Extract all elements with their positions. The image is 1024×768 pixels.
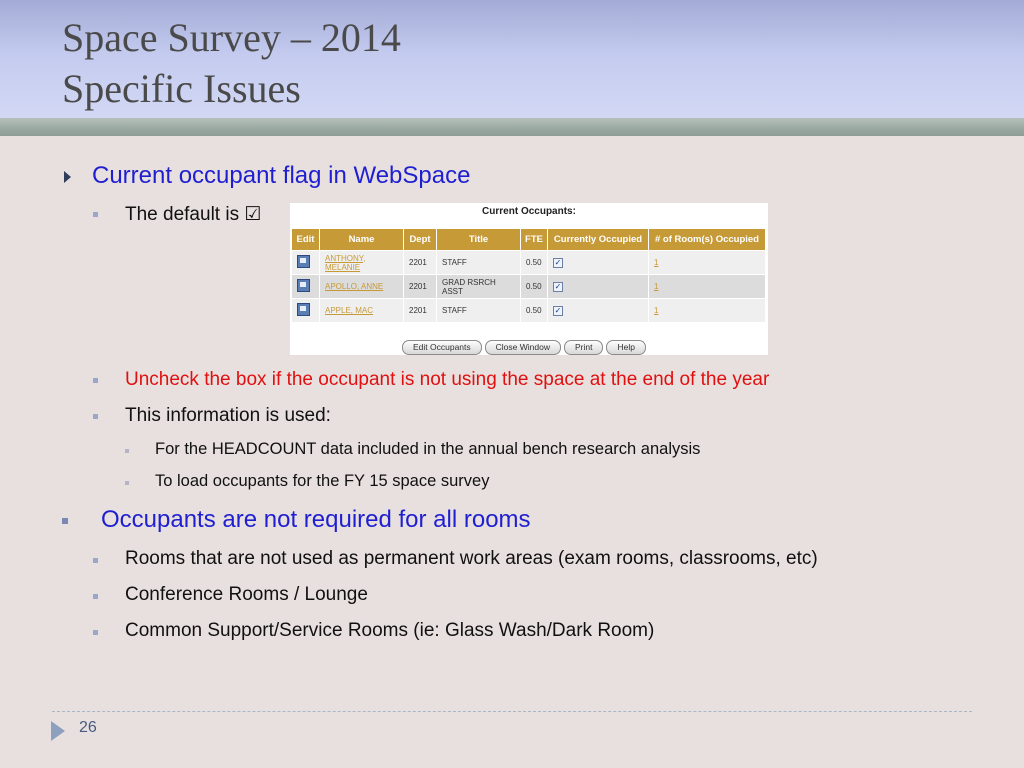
occupants-table: Edit Name Dept Title FTE Currently Occup… xyxy=(291,228,766,323)
bullet-conference-rooms: Conference Rooms / Lounge xyxy=(125,584,368,605)
col-fte: FTE xyxy=(520,228,548,251)
edit-icon[interactable] xyxy=(297,303,310,316)
bullet-square-icon xyxy=(125,449,129,453)
occupied-checkbox[interactable]: ✓ xyxy=(553,305,563,316)
occupant-name-link[interactable]: APOLLO, ANNE xyxy=(325,282,383,291)
bullet-occupants-not-required: Occupants are not required for all rooms xyxy=(101,506,531,533)
col-rooms-occupied: # of Room(s) Occupied xyxy=(648,228,766,251)
edit-icon[interactable] xyxy=(297,279,310,292)
col-edit: Edit xyxy=(291,228,320,251)
bullet-square-icon xyxy=(125,481,129,485)
screenshot-title: Current Occupants: xyxy=(482,206,576,217)
col-dept: Dept xyxy=(403,228,437,251)
bullet-info: This information is used: xyxy=(125,405,331,426)
occupied-checkbox[interactable]: ✓ xyxy=(553,257,563,268)
bullet-current-occupant: Current occupant flag in WebSpace xyxy=(92,162,471,189)
bullet-load-occupants: To load occupants for the FY 15 space su… xyxy=(155,472,490,490)
table-row: APOLLO, ANNE 2201 GRAD RSRCH ASST 0.50 ✓… xyxy=(291,274,766,299)
footer-divider xyxy=(52,711,972,712)
bullet-arrow-icon xyxy=(64,171,71,183)
bullet-uncheck: Uncheck the box if the occupant is not u… xyxy=(125,369,770,390)
table-row: ANTHONY, MELANIE 2201 STAFF 0.50 ✓ 1 xyxy=(291,250,766,275)
rooms-link[interactable]: 1 xyxy=(654,306,658,315)
close-window-button[interactable]: Close Window xyxy=(484,340,561,355)
occupant-name-link[interactable]: APPLE, MAC xyxy=(325,306,373,315)
cell-fte: 0.50 xyxy=(520,274,548,299)
bullet-square-icon xyxy=(93,414,98,419)
bullet-square-icon xyxy=(93,212,98,217)
rooms-link[interactable]: 1 xyxy=(654,282,658,291)
bullet-square-icon xyxy=(62,518,68,524)
table-row: APPLE, MAC 2201 STAFF 0.50 ✓ 1 xyxy=(291,298,766,323)
bullet-square-icon xyxy=(93,594,98,599)
help-button[interactable]: Help xyxy=(606,340,646,355)
title-line-1: Space Survey – 2014 xyxy=(62,15,401,60)
bullet-headcount: For the HEADCOUNT data included in the a… xyxy=(155,440,701,458)
bullet-default: The default is ☑ xyxy=(125,204,262,225)
slide-title: Space Survey – 2014 Specific Issues xyxy=(62,12,401,114)
title-line-2: Specific Issues xyxy=(62,66,301,111)
rooms-link[interactable]: 1 xyxy=(654,258,658,267)
bullet-square-icon xyxy=(93,558,98,563)
col-name: Name xyxy=(319,228,404,251)
current-occupants-screenshot: Current Occupants: Edit Name Dept Title … xyxy=(290,203,768,355)
col-title: Title xyxy=(436,228,521,251)
cell-fte: 0.50 xyxy=(520,298,548,323)
col-currently-occupied: Currently Occupied xyxy=(547,228,649,251)
bullet-rooms-not-used: Rooms that are not used as permanent wor… xyxy=(125,548,818,569)
footer-arrow-icon xyxy=(51,721,65,741)
cell-dept: 2201 xyxy=(403,250,437,275)
screenshot-button-bar: Edit Occupants Close Window Print Help xyxy=(402,340,646,355)
cell-title: STAFF xyxy=(436,250,521,275)
bullet-square-icon xyxy=(93,378,98,383)
bullet-square-icon xyxy=(93,630,98,635)
cell-fte: 0.50 xyxy=(520,250,548,275)
cell-dept: 2201 xyxy=(403,274,437,299)
bullet-common-support: Common Support/Service Rooms (ie: Glass … xyxy=(125,620,655,641)
cell-title: STAFF xyxy=(436,298,521,323)
edit-occupants-button[interactable]: Edit Occupants xyxy=(402,340,482,355)
print-button[interactable]: Print xyxy=(563,340,604,355)
page-number: 26 xyxy=(79,719,97,736)
edit-icon[interactable] xyxy=(297,255,310,268)
header-band xyxy=(0,118,1024,136)
cell-title: GRAD RSRCH ASST xyxy=(436,274,521,299)
occupant-name-link[interactable]: ANTHONY, MELANIE xyxy=(325,254,365,272)
cell-dept: 2201 xyxy=(403,298,437,323)
occupied-checkbox[interactable]: ✓ xyxy=(553,281,563,292)
